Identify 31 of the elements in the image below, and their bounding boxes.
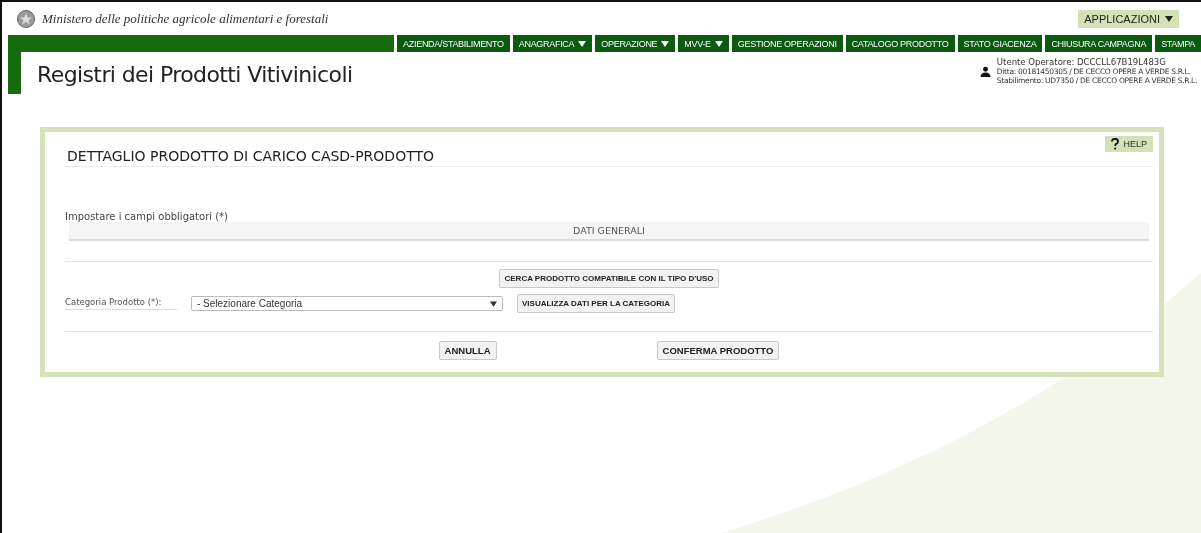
action-button[interactable]: ANNULLA xyxy=(438,341,497,360)
applications-menu[interactable]: APPLICAZIONI xyxy=(1078,9,1179,28)
help-button[interactable]: HELP xyxy=(1105,136,1153,152)
nav-menu-item[interactable]: STATO GIACENZA xyxy=(957,35,1043,52)
nav-menu-item[interactable]: CATALOGO PRODOTTO xyxy=(845,35,955,52)
caret-icon xyxy=(1165,15,1173,22)
nav-menu-item[interactable]: ANAGRAFICA xyxy=(512,35,593,52)
caret-icon xyxy=(714,40,723,47)
nav-menu-item[interactable]: CHIUSURA CAMPAGNA xyxy=(1045,35,1153,52)
field-label: Categoria Prodotto (*): xyxy=(65,297,177,310)
nav-menu-item[interactable]: STAMPA xyxy=(1155,35,1201,52)
category-dropdown[interactable]: - Selezionare Categoria xyxy=(191,296,503,311)
app-title: Registri dei Prodotti Vitivinicoli xyxy=(37,62,354,87)
caret-icon xyxy=(490,300,497,307)
search-product-button[interactable]: CERCA PRODOTTO COMPATIBILE CON IL TIPO D'USO xyxy=(499,269,719,288)
question-icon xyxy=(1111,138,1120,150)
panel-title: DETTAGLIO PRODOTTO DI CARICO CASD-PRODOTTO xyxy=(67,148,435,164)
nav-menu-item[interactable]: GESTIONE OPERAZIONI xyxy=(731,35,843,52)
caret-icon xyxy=(578,40,587,47)
required-fields-note: Impostare i campi obbligatori (*) xyxy=(65,211,230,222)
nav-menu-item[interactable]: MVV-E xyxy=(678,35,729,52)
emblem-icon xyxy=(16,8,36,29)
show-category-data-button[interactable]: VISUALIZZA DATI PER LA CATEGORIA xyxy=(517,294,675,313)
caret-icon xyxy=(661,40,670,47)
action-button[interactable]: CONFERMA PRODOTTO xyxy=(656,341,780,360)
nav-menu-item[interactable]: AZIENDA/STABILIMENTO xyxy=(397,35,510,52)
section-header: DATI GENERALI xyxy=(69,222,1149,241)
operator-info: Utente Operatore: DCCCLL67B19L483G xyxy=(996,57,1167,67)
ministry-name: Ministero delle politiche agricole alimentari e forestali xyxy=(42,10,329,27)
user-icon xyxy=(979,65,991,77)
nav-menu-item[interactable]: OPERAZIONE xyxy=(595,35,676,52)
